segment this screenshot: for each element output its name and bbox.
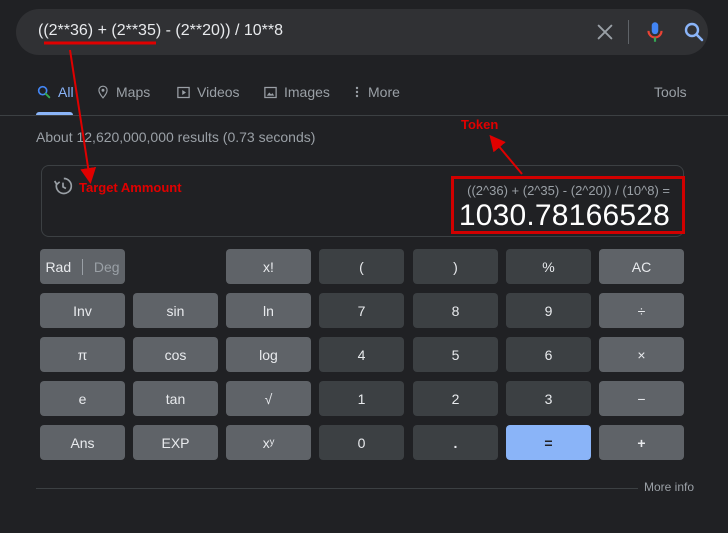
search-bar[interactable]: ((2**36) + (2**35) - (2**20)) / 10**8 — [16, 9, 708, 55]
left-paren-button[interactable]: ( — [319, 249, 404, 284]
factorial-button[interactable]: x! — [226, 249, 311, 284]
image-icon — [264, 86, 277, 98]
exp-button[interactable]: EXP — [133, 425, 218, 460]
sin-button[interactable]: sin — [133, 293, 218, 328]
result-highlight-box: ((2^36) + (2^35) - (2^20)) / (10^8) = 10… — [451, 176, 685, 234]
decimal-button[interactable]: . — [413, 425, 498, 460]
plus-button[interactable]: + — [599, 425, 684, 460]
digit-9-button[interactable]: 9 — [506, 293, 591, 328]
tabs-divider — [0, 115, 728, 116]
rad-label[interactable]: Rad — [45, 259, 71, 275]
right-paren-button[interactable]: ) — [413, 249, 498, 284]
digit-2-button[interactable]: 2 — [413, 381, 498, 416]
tab-maps[interactable]: Maps — [96, 84, 150, 100]
calculator-divider — [36, 488, 690, 489]
digit-1-button[interactable]: 1 — [319, 381, 404, 416]
tools-button[interactable]: Tools — [654, 84, 687, 100]
tab-label: Images — [284, 84, 330, 100]
tab-images[interactable]: Images — [263, 84, 330, 100]
digit-0-button[interactable]: 0 — [319, 425, 404, 460]
calculator-expression: ((2^36) + (2^35) - (2^20)) / (10^8) = — [467, 183, 670, 198]
all-clear-button[interactable]: AC — [599, 249, 684, 284]
clear-icon[interactable] — [594, 21, 616, 43]
tab-label: More — [368, 84, 400, 100]
calculator-result: 1030.78166528 — [458, 199, 670, 232]
target-amount-annotation: Target Ammount — [79, 180, 182, 195]
digit-6-button[interactable]: 6 — [506, 337, 591, 372]
calculator-display: ((2^36) + (2^35) - (2^20)) / (10^8) = 10… — [41, 165, 685, 237]
ans-button[interactable]: Ans — [40, 425, 125, 460]
cos-button[interactable]: cos — [133, 337, 218, 372]
log-button[interactable]: log — [226, 337, 311, 372]
search-icon[interactable] — [682, 20, 706, 44]
history-icon[interactable] — [53, 176, 73, 196]
equals-button[interactable]: = — [506, 425, 591, 460]
more-info-link[interactable]: More info — [638, 480, 695, 494]
tan-button[interactable]: tan — [133, 381, 218, 416]
tab-all[interactable]: All — [36, 84, 74, 100]
minus-button[interactable]: − — [599, 381, 684, 416]
rad-deg-toggle[interactable]: Rad Deg — [40, 249, 125, 284]
pi-button[interactable]: π — [40, 337, 125, 372]
tab-more[interactable]: More — [352, 84, 400, 100]
power-button[interactable]: xʸ — [226, 425, 311, 460]
token-annotation: Token — [461, 117, 499, 132]
tab-videos[interactable]: Videos — [176, 84, 240, 100]
deg-label[interactable]: Deg — [94, 259, 120, 275]
tab-label: Videos — [197, 84, 240, 100]
multiply-button[interactable]: × — [599, 337, 684, 372]
map-pin-icon — [98, 85, 108, 99]
ln-button[interactable]: ln — [226, 293, 311, 328]
percent-button[interactable]: % — [506, 249, 591, 284]
tab-label: All — [58, 84, 74, 100]
result-stats: About 12,620,000,000 results (0.73 secon… — [36, 129, 316, 145]
sqrt-button[interactable]: √ — [226, 381, 311, 416]
e-button[interactable]: e — [40, 381, 125, 416]
more-vert-icon — [355, 86, 359, 98]
search-input[interactable]: ((2**36) + (2**35) - (2**20)) / 10**8 — [38, 22, 283, 40]
digit-4-button[interactable]: 4 — [319, 337, 404, 372]
video-icon — [177, 86, 190, 98]
digit-3-button[interactable]: 3 — [506, 381, 591, 416]
search-icon — [37, 85, 51, 99]
divide-button[interactable]: ÷ — [599, 293, 684, 328]
digit-7-button[interactable]: 7 — [319, 293, 404, 328]
tab-label: Maps — [116, 84, 151, 100]
digit-8-button[interactable]: 8 — [413, 293, 498, 328]
toggle-separator — [82, 258, 83, 275]
digit-5-button[interactable]: 5 — [413, 337, 498, 372]
microphone-icon[interactable] — [642, 19, 668, 45]
search-bar-divider — [628, 20, 629, 44]
inverse-button[interactable]: Inv — [40, 293, 125, 328]
